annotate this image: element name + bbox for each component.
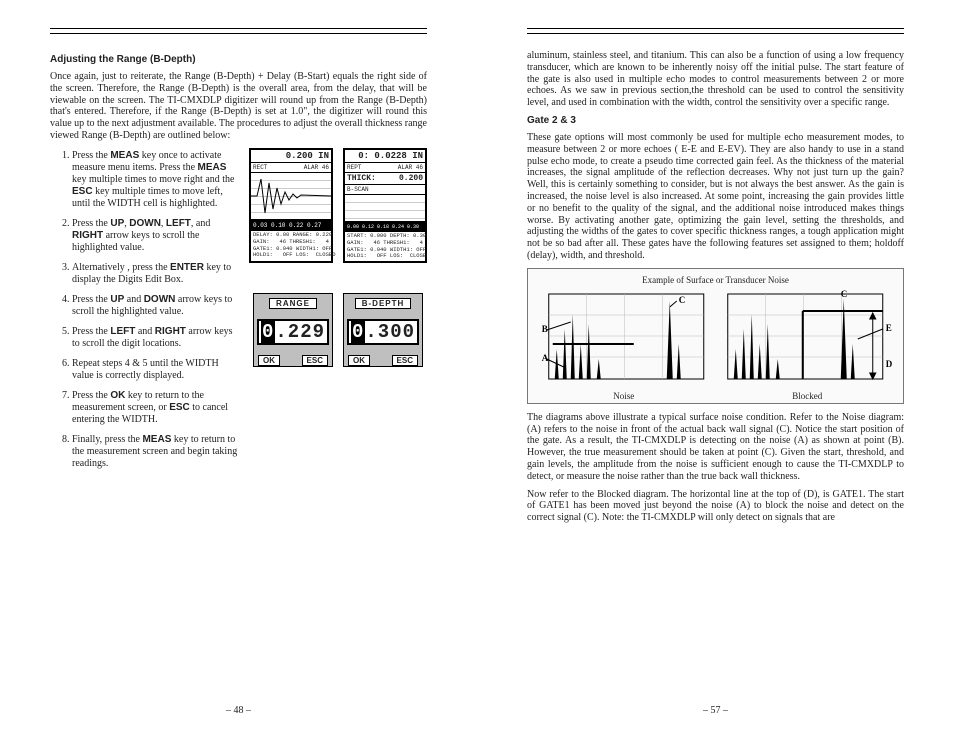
- heading-gate23: Gate 2 & 3: [527, 115, 904, 126]
- diagram-explain-para: The diagrams above illustrate a typical …: [527, 412, 904, 483]
- edit-range-label: RANGE: [269, 298, 317, 309]
- key-left: LEFT: [166, 218, 191, 229]
- steps-column: Press the MEAS key once to activate meas…: [50, 148, 239, 478]
- lcd-a-mode: RECT: [253, 164, 267, 171]
- label-b: B: [542, 324, 548, 334]
- key-down: DOWN: [144, 294, 176, 305]
- lcd-b-bscan: [345, 195, 425, 222]
- label-c2: C: [840, 289, 847, 299]
- thick-label: THICK:: [347, 174, 376, 183]
- edit-range-esc: ESC: [302, 355, 328, 366]
- key-ok: OK: [110, 390, 125, 401]
- plot-noise: A B C Noise: [536, 289, 712, 401]
- edit-range-value: 0.229: [257, 319, 329, 345]
- lcd-a-footer: DELAY: 0.00 RANGE: 0.229 GAIN: 46 THRESH…: [251, 231, 331, 261]
- lcd-pair: 0.200 IN RECT ALAR 46 0.03 0.10 0.22 0.27…: [249, 148, 427, 264]
- lcd-b-mode: REPT: [347, 164, 361, 171]
- step-1: Press the MEAS key once to activate meas…: [72, 150, 239, 210]
- left-page: Adjusting the Range (B-Depth) Once again…: [0, 0, 477, 738]
- edit-bdepth-rest: .300: [365, 321, 415, 343]
- edit-range-rest: .229: [275, 321, 325, 343]
- caption-blocked: Blocked: [720, 391, 896, 401]
- edit-range-ok: OK: [258, 355, 280, 366]
- caption-noise: Noise: [536, 391, 712, 401]
- label-a: A: [542, 353, 549, 363]
- key-down: DOWN: [129, 218, 161, 229]
- right-page: aluminum, stainless steel, and titanium.…: [477, 0, 954, 738]
- edit-bdepth-esc: ESC: [392, 355, 418, 366]
- lcd-b-value: 0: 0.0228 IN: [358, 151, 423, 161]
- page-number-right: – 57 –: [477, 705, 954, 716]
- waveform-icon: [251, 173, 331, 219]
- lcd-a-waveform: [251, 173, 331, 220]
- edit-box-range: RANGE 0.229 OK ESC: [253, 293, 333, 367]
- key-right: RIGHT: [155, 326, 186, 337]
- lcd-b-footer: START: 0.000 DEPTH: 0.300 GAIN: 46 THRES…: [345, 232, 425, 262]
- gate23-para: These gate options will most commonly be…: [527, 132, 904, 262]
- thick-value: 0.200: [399, 174, 423, 183]
- edit-box-bdepth: B-DEPTH 0.300 OK ESC: [343, 293, 423, 367]
- diagram-title: Example of Surface or Transducer Noise: [536, 275, 895, 285]
- key-meas: MEAS: [110, 150, 139, 161]
- edit-bdepth-label: B-DEPTH: [355, 298, 412, 309]
- lcd-a-value: 0.200 IN: [286, 151, 329, 161]
- continuation-para: aluminum, stainless steel, and titanium.…: [527, 50, 904, 109]
- header-rules: [527, 28, 904, 34]
- label-d: D: [885, 359, 892, 369]
- key-esc: ESC: [72, 186, 93, 197]
- lcd-bscan-view: 0: 0.0228 IN REPT ALAR 46 THICK: 0.200 B-S…: [343, 148, 427, 264]
- left-content: Adjusting the Range (B-Depth) Once again…: [50, 50, 427, 714]
- edit-bdepth-value: 0.300: [347, 319, 419, 345]
- step-3: Alternatively , press the ENTER key to d…: [72, 262, 239, 286]
- step-7: Press the OK key to return to the measur…: [72, 390, 239, 426]
- steps-figures-row: Press the MEAS key once to activate meas…: [50, 148, 427, 478]
- key-meas: MEAS: [198, 162, 227, 173]
- lcd-b-alar: ALAR 46: [398, 164, 423, 171]
- edit-range-hidigit: 0: [261, 321, 275, 343]
- bscan-label: B-SCAN: [347, 186, 369, 193]
- blocked-explain-para: Now refer to the Blocked diagram. The ho…: [527, 489, 904, 524]
- lcd-rf-view: 0.200 IN RECT ALAR 46 0.03 0.10 0.22 0.27…: [249, 148, 333, 264]
- key-esc: ESC: [169, 402, 190, 413]
- step-6: Repeat steps 4 & 5 until the WIDTH value…: [72, 358, 239, 382]
- step-8: Finally, press the MEAS key to return to…: [72, 434, 239, 470]
- noise-plot-svg: A B C: [536, 289, 712, 389]
- lcd-a-alar: ALAR 46: [304, 164, 329, 171]
- key-up: UP: [110, 218, 124, 229]
- noise-plots-row: A B C Noise: [536, 289, 895, 401]
- edit-bdepth-ok: OK: [348, 355, 370, 366]
- key-up: UP: [110, 294, 124, 305]
- key-meas: MEAS: [142, 434, 171, 445]
- right-content: aluminum, stainless steel, and titanium.…: [527, 50, 904, 714]
- edit-bdepth-hidigit: 0: [351, 321, 365, 343]
- lcd-b-ticks: 0.00 0.12 0.18 0.24 0.30: [347, 224, 419, 230]
- intro-paragraph: Once again, just to reiterate, the Range…: [50, 71, 427, 142]
- step-4: Press the UP and DOWN arrow keys to scro…: [72, 294, 239, 318]
- step-5: Press the LEFT and RIGHT arrow keys to s…: [72, 326, 239, 350]
- page-number-left: – 48 –: [0, 705, 477, 716]
- label-e: E: [885, 323, 891, 333]
- blocked-plot-svg: C E D: [720, 289, 896, 389]
- edit-box-pair: RANGE 0.229 OKESC B-DEPTH 0.300 OKESC: [253, 293, 423, 367]
- plot-blocked: C E D Blocked: [720, 289, 896, 401]
- heading-range-bdepth: Adjusting the Range (B-Depth): [50, 54, 427, 65]
- steps-list: Press the MEAS key once to activate meas…: [50, 150, 239, 470]
- key-enter: ENTER: [170, 262, 204, 273]
- lcd-a-ticks: 0.03 0.10 0.22 0.27: [253, 222, 321, 229]
- header-rules: [50, 28, 427, 34]
- key-right: RIGHT: [72, 230, 103, 241]
- step-2: Press the UP, DOWN, LEFT, and RIGHT arro…: [72, 218, 239, 254]
- noise-diagram-box: Example of Surface or Transducer Noise: [527, 268, 904, 404]
- key-left: LEFT: [110, 326, 135, 337]
- label-c: C: [679, 295, 686, 305]
- figures-column: 0.200 IN RECT ALAR 46 0.03 0.10 0.22 0.27…: [249, 148, 427, 478]
- page-spread: Adjusting the Range (B-Depth) Once again…: [0, 0, 954, 738]
